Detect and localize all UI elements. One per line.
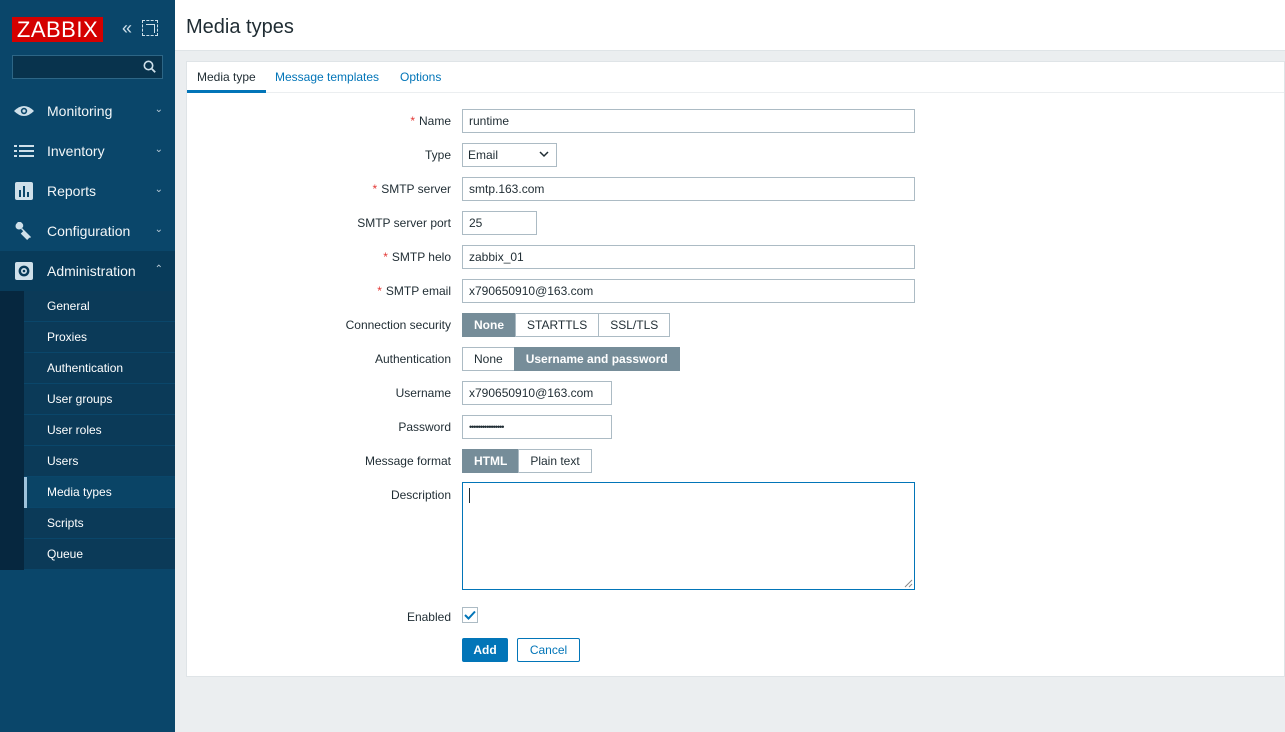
smtp-email-label: * SMTP email (377, 284, 451, 298)
enabled-checkbox[interactable] (462, 607, 478, 623)
password-label: Password (398, 420, 451, 434)
list-icon (13, 142, 35, 160)
gear-icon (13, 262, 35, 280)
authentication-label: Authentication (374, 352, 451, 366)
search-icon[interactable] (143, 60, 156, 73)
eye-icon (13, 102, 35, 120)
chevron-down-icon: ⌄ (154, 184, 163, 195)
connection-security-starttls[interactable]: STARTTLS (515, 313, 600, 337)
tab-media-type[interactable]: Media type (197, 70, 256, 84)
page-header: Media types (175, 4, 1285, 51)
tab-bar: Media type Message templates Options (187, 62, 1284, 93)
submenu-authentication[interactable]: Authentication (24, 353, 175, 384)
text-cursor (469, 488, 470, 503)
message-format-html[interactable]: HTML (462, 449, 520, 473)
username-field[interactable]: x790650910@163.com (462, 381, 612, 405)
resize-handle-icon[interactable] (904, 579, 913, 588)
chevron-down-icon: ⌄ (154, 104, 163, 115)
menu-label: Inventory (47, 143, 105, 159)
connection-security-toggle: None STARTTLS SSL/TLS (462, 313, 671, 337)
message-format-plain-text[interactable]: Plain text (518, 449, 592, 473)
kiosk-mode-icon[interactable] (142, 20, 158, 36)
chevron-down-icon: ⌄ (154, 144, 163, 155)
submenu-proxies[interactable]: Proxies (24, 322, 175, 353)
username-label: Username (395, 386, 451, 400)
submenu-general[interactable]: General (24, 291, 175, 322)
smtp-helo-label: * SMTP helo (383, 250, 451, 264)
smtp-server-label: * SMTP server (372, 182, 451, 196)
checkmark-icon (464, 610, 476, 620)
menu-label: Reports (47, 183, 97, 199)
administration-submenu: General Proxies Authentication User grou… (0, 291, 175, 570)
type-select[interactable]: Email (462, 143, 557, 167)
smtp-port-field[interactable]: 25 (462, 211, 537, 235)
collapse-sidebar-icon[interactable]: « (117, 18, 137, 38)
menu-label: Configuration (47, 223, 131, 239)
type-select-value: Email (468, 148, 499, 162)
smtp-helo-field[interactable]: zabbix_01 (462, 245, 915, 269)
menu-inventory[interactable]: Inventory ⌄ (0, 131, 175, 171)
search-box (12, 55, 163, 79)
wrench-icon (13, 222, 35, 240)
authentication-username-password[interactable]: Username and password (513, 347, 680, 371)
authentication-toggle: None Username and password (462, 347, 680, 371)
zabbix-logo[interactable]: ZABBIX (12, 17, 103, 42)
name-field[interactable]: runtime (462, 109, 915, 133)
type-label: Type (424, 148, 451, 162)
submenu-user-roles[interactable]: User roles (24, 415, 175, 446)
menu-label: Monitoring (47, 103, 113, 119)
smtp-port-label: SMTP server port (357, 216, 451, 230)
menu-configuration[interactable]: Configuration ⌄ (0, 211, 175, 251)
cancel-button[interactable]: Cancel (517, 638, 580, 662)
description-textarea[interactable] (462, 482, 915, 590)
chevron-down-icon: ⌄ (154, 224, 163, 235)
smtp-email-field[interactable]: x790650910@163.com (462, 279, 915, 303)
chevron-up-icon: ⌃ (154, 264, 163, 275)
menu-reports[interactable]: Reports ⌄ (0, 171, 175, 211)
page-title: Media types (186, 16, 294, 38)
search-input[interactable] (13, 56, 138, 78)
name-label: * Name (410, 114, 451, 128)
connection-security-label: Connection security (345, 318, 451, 332)
message-format-label: Message format (364, 454, 451, 468)
connection-security-ssl-tls[interactable]: SSL/TLS (598, 313, 671, 337)
description-label: Description (390, 488, 451, 502)
enabled-label: Enabled (406, 610, 451, 624)
smtp-server-field[interactable]: smtp.163.com (462, 177, 915, 201)
form-panel: Media type Message templates Options * Na… (186, 61, 1285, 677)
sidebar: ZABBIX « Monitoring ⌄ Inventory ⌄ Report… (0, 0, 175, 732)
menu-administration[interactable]: Administration ⌃ (0, 251, 175, 291)
active-tab-indicator (187, 90, 266, 93)
connection-security-none[interactable]: None (462, 313, 516, 337)
password-field[interactable]: •••••••••••••••• (462, 415, 612, 439)
authentication-none[interactable]: None (462, 347, 515, 371)
message-format-toggle: HTML Plain text (462, 449, 592, 473)
tab-message-templates[interactable]: Message templates (275, 70, 379, 84)
add-button[interactable]: Add (462, 638, 508, 662)
tab-options[interactable]: Options (400, 70, 441, 84)
submenu-media-types[interactable]: Media types (24, 477, 175, 508)
menu-monitoring[interactable]: Monitoring ⌄ (0, 91, 175, 131)
submenu-scripts[interactable]: Scripts (24, 508, 175, 539)
main-menu: Monitoring ⌄ Inventory ⌄ Reports ⌄ Confi… (0, 91, 175, 570)
bar-chart-icon (13, 182, 35, 200)
menu-label: Administration (47, 263, 136, 279)
submenu-user-groups[interactable]: User groups (24, 384, 175, 415)
submenu-users[interactable]: Users (24, 446, 175, 477)
logo-row: ZABBIX « (0, 0, 175, 52)
chevron-down-icon (539, 151, 549, 158)
submenu-queue[interactable]: Queue (24, 539, 175, 570)
